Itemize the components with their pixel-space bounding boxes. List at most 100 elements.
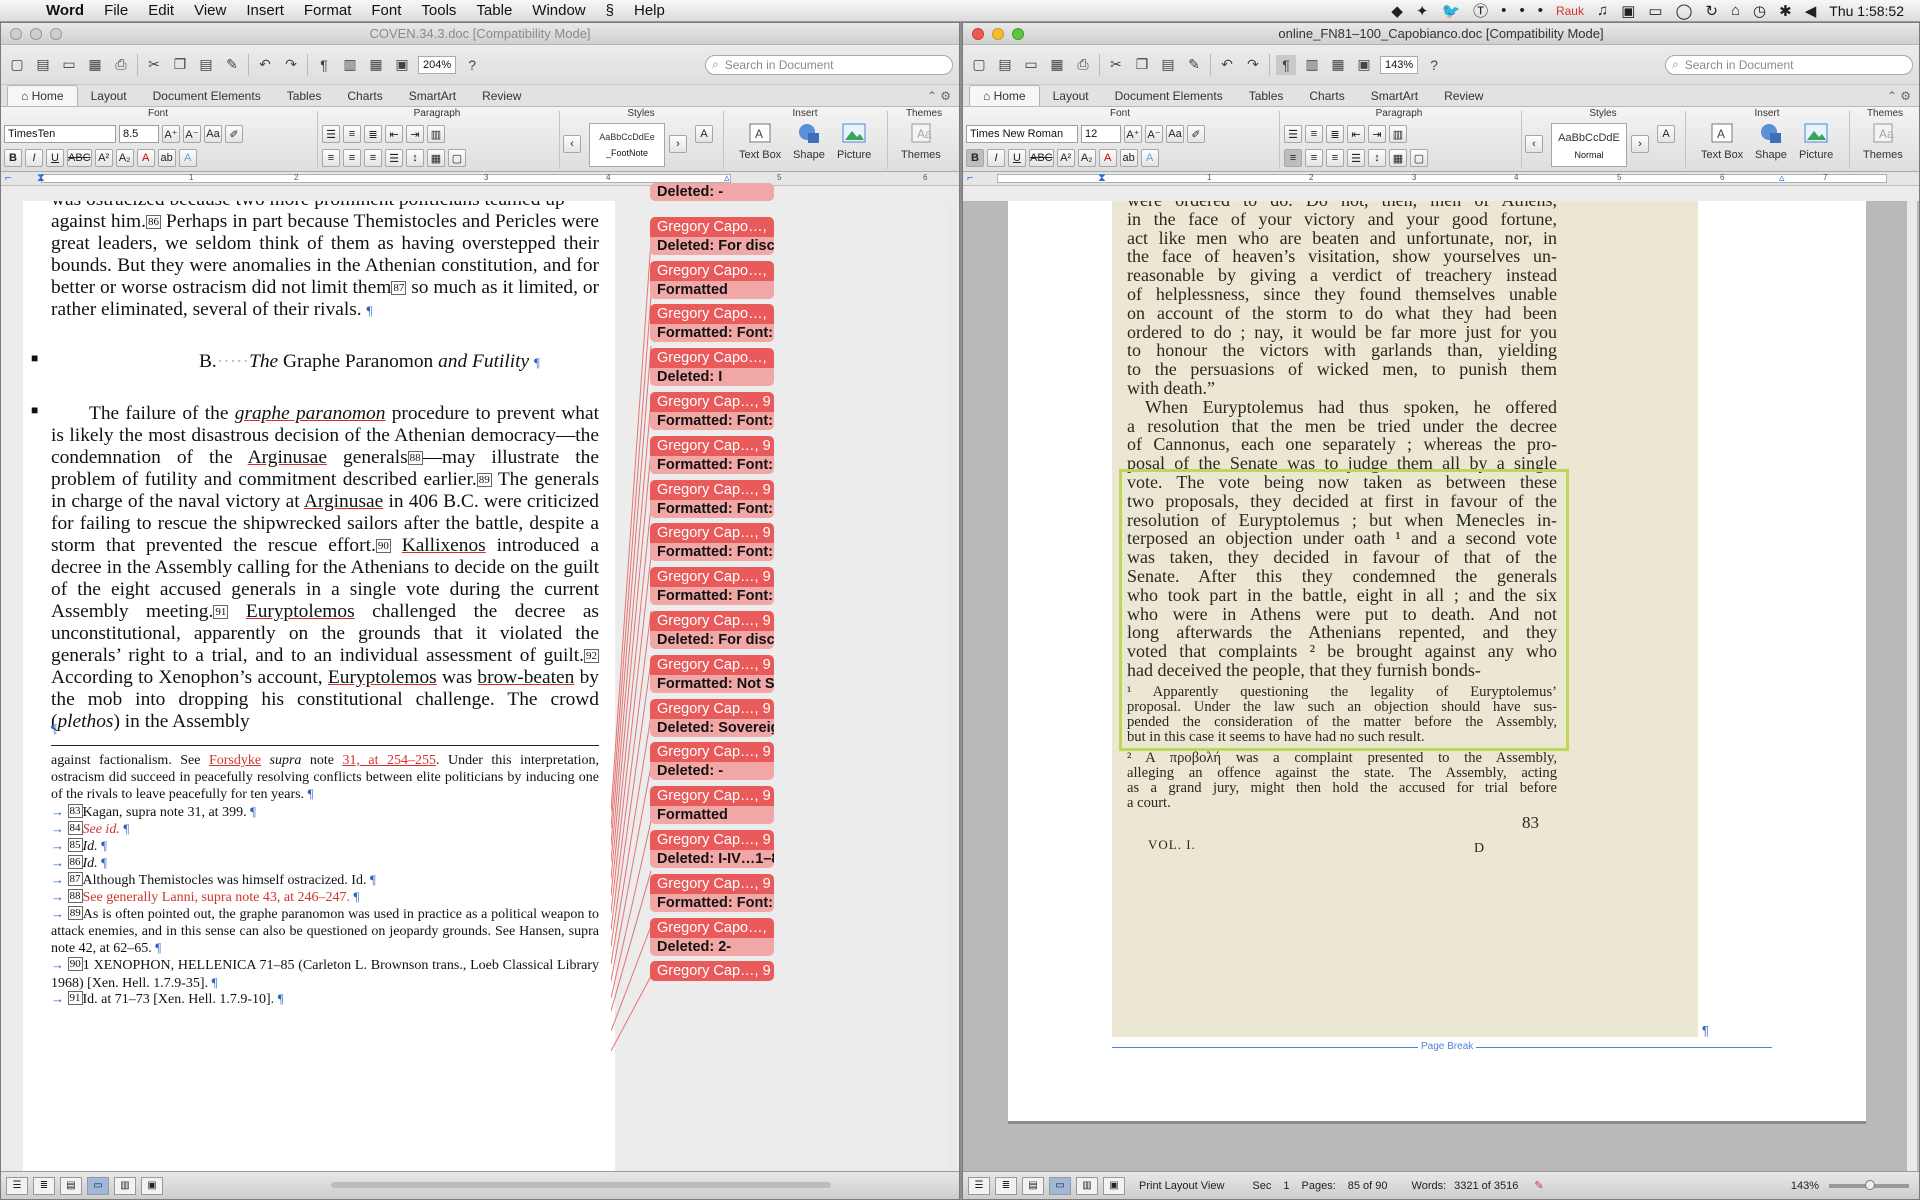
- subscript-icon[interactable]: A₂: [1077, 149, 1096, 167]
- tab-review[interactable]: Review: [469, 86, 534, 106]
- gallery-icon[interactable]: ▦: [366, 55, 386, 75]
- font-size-field[interactable]: 12: [1081, 125, 1121, 143]
- decrease-indent-icon[interactable]: ⇤: [1347, 125, 1365, 143]
- footnote-ref-86[interactable]: 86: [145, 215, 161, 229]
- print-layout-view-icon[interactable]: ▭: [87, 1176, 109, 1195]
- shrink-font-icon[interactable]: A⁻: [183, 125, 201, 143]
- typinator-icon[interactable]: Ⓣ: [1473, 0, 1488, 21]
- right-vertical-scrollbar[interactable]: [1907, 201, 1917, 1173]
- styles-pane-icon[interactable]: A: [695, 125, 713, 143]
- outline-view-icon[interactable]: ≣: [33, 1176, 55, 1195]
- dot-icon-2[interactable]: •: [1519, 2, 1524, 19]
- menu-window[interactable]: Window: [522, 2, 595, 19]
- show-hide-icon[interactable]: ¶: [314, 55, 334, 75]
- tab-tables[interactable]: Tables: [274, 86, 335, 106]
- script-menu-icon[interactable]: §: [596, 2, 624, 19]
- strikethrough-icon[interactable]: ABC: [67, 149, 92, 167]
- draft-view-icon[interactable]: ☰: [968, 1176, 990, 1195]
- font-color-icon[interactable]: A: [136, 149, 155, 167]
- align-center-icon[interactable]: ≡: [343, 149, 361, 167]
- numbering-icon[interactable]: ≡: [1305, 125, 1323, 143]
- focus-view-icon[interactable]: ▣: [141, 1176, 163, 1195]
- menu-insert[interactable]: Insert: [236, 2, 294, 19]
- markup-balloon[interactable]: Gregory Cap…, 9 Formatted: [650, 786, 774, 825]
- menu-tools[interactable]: Tools: [411, 2, 466, 19]
- left-document-page[interactable]: was ostracized because two more prominen…: [23, 201, 615, 1186]
- menu-table[interactable]: Table: [466, 2, 522, 19]
- picture-button[interactable]: Picture: [837, 121, 871, 161]
- highlight-icon[interactable]: ab: [157, 149, 176, 167]
- undo-icon[interactable]: ↶: [1217, 55, 1237, 75]
- ribbon-collapse-icon[interactable]: ⌃ ⚙: [927, 89, 959, 103]
- font-name-field[interactable]: TimesTen: [4, 125, 116, 143]
- redo-icon[interactable]: ↷: [281, 55, 301, 75]
- left-indent-marker[interactable]: ⧗: [37, 172, 45, 184]
- tab-document-elements[interactable]: Document Elements: [140, 86, 274, 106]
- bold-icon[interactable]: B: [4, 149, 22, 167]
- grow-font-icon[interactable]: A⁺: [162, 125, 180, 143]
- volume-icon[interactable]: ◀: [1805, 2, 1817, 20]
- menu-format[interactable]: Format: [294, 2, 362, 19]
- align-center-icon[interactable]: ≡: [1305, 149, 1323, 167]
- bullets-icon[interactable]: ☰: [322, 125, 340, 143]
- clear-formatting-icon[interactable]: ✐: [1187, 125, 1205, 143]
- tab-charts[interactable]: Charts: [1296, 86, 1357, 106]
- markup-balloon[interactable]: Gregory Capo…, Deleted: 2-: [650, 917, 774, 956]
- cut-icon[interactable]: ✂: [144, 55, 164, 75]
- font-size-field[interactable]: 8.5: [119, 125, 159, 143]
- markup-balloon[interactable]: Gregory Cap…, 9Deleted: For discus: [650, 611, 774, 649]
- themes-button[interactable]: Aa Themes: [1863, 121, 1903, 161]
- text-box-button[interactable]: A Text Box: [739, 121, 781, 161]
- outline-view-icon[interactable]: ≣: [995, 1176, 1017, 1195]
- styles-prev-icon[interactable]: ‹: [563, 135, 581, 153]
- align-right-icon[interactable]: ≡: [1326, 149, 1344, 167]
- new-document-icon[interactable]: ▢: [7, 55, 27, 75]
- sidebar-icon[interactable]: ▥: [1302, 55, 1322, 75]
- font-color-icon[interactable]: A: [1098, 149, 1117, 167]
- rauk-status[interactable]: Rauk: [1556, 4, 1584, 18]
- italic-icon[interactable]: I: [25, 149, 43, 167]
- tag-icon[interactable]: ⌂: [1731, 2, 1740, 19]
- print-layout-view-icon[interactable]: ▭: [1049, 1176, 1071, 1195]
- columns-icon[interactable]: ▥: [427, 125, 445, 143]
- dropbox-icon[interactable]: ◆: [1391, 2, 1403, 20]
- tab-charts[interactable]: Charts: [334, 86, 395, 106]
- sidebar-icon[interactable]: ▥: [340, 55, 360, 75]
- markup-balloon[interactable]: Gregory Capo…, Deleted: I: [650, 348, 774, 387]
- cut-icon[interactable]: ✂: [1106, 55, 1126, 75]
- close-icon[interactable]: [972, 27, 984, 40]
- line-spacing-icon[interactable]: ↕: [406, 149, 424, 167]
- footnote-ref-90[interactable]: 90: [375, 539, 391, 553]
- bluetooth-icon[interactable]: ✱: [1779, 2, 1792, 20]
- markup-balloon[interactable]: Gregory Cap…, 9 Formatted: Font:: [650, 523, 774, 562]
- tab-tables[interactable]: Tables: [1236, 86, 1297, 106]
- multilevel-icon[interactable]: ≣: [1326, 125, 1344, 143]
- align-right-icon[interactable]: ≡: [364, 149, 382, 167]
- copy-icon[interactable]: ❐: [170, 55, 190, 75]
- markup-balloon[interactable]: Gregory Cap…, 9 Deleted: I-IV…1–8: [650, 830, 774, 868]
- styles-next-icon[interactable]: ›: [1631, 135, 1649, 153]
- twitter-icon[interactable]: 🐦: [1441, 2, 1460, 20]
- text-box-button[interactable]: A Text Box: [1701, 121, 1743, 161]
- time-machine-icon[interactable]: ◷: [1753, 2, 1766, 20]
- align-left-icon[interactable]: ≡: [1284, 149, 1302, 167]
- markup-balloon[interactable]: Gregory Capo…, Formatted: [650, 260, 774, 299]
- display-icon[interactable]: ▣: [1621, 2, 1635, 20]
- decrease-indent-icon[interactable]: ⇤: [385, 125, 403, 143]
- subscript-icon[interactable]: A₂: [115, 149, 134, 167]
- clock[interactable]: Thu 1:58:52: [1829, 3, 1904, 19]
- shape-button[interactable]: Shape: [1755, 121, 1787, 161]
- templates-icon[interactable]: ▤: [995, 55, 1015, 75]
- font-name-field[interactable]: Times New Roman: [966, 125, 1078, 143]
- shading-icon[interactable]: ▦: [427, 149, 445, 167]
- gallery-icon[interactable]: ▦: [1328, 55, 1348, 75]
- grow-font-icon[interactable]: A⁺: [1124, 125, 1142, 143]
- sync-icon[interactable]: ↻: [1705, 2, 1718, 20]
- shape-button[interactable]: Shape: [793, 121, 825, 161]
- footnote-ref-88[interactable]: 88: [407, 451, 423, 465]
- markup-balloon[interactable]: Gregory Cap…, 9 Formatted: Font:: [650, 873, 774, 912]
- themes-button[interactable]: Aa Themes: [901, 121, 941, 161]
- change-case-icon[interactable]: Aa: [1166, 125, 1184, 143]
- right-document-page[interactable]: were ordered to do. Do not, then, men of…: [1008, 201, 1866, 1151]
- tab-review[interactable]: Review: [1431, 86, 1496, 106]
